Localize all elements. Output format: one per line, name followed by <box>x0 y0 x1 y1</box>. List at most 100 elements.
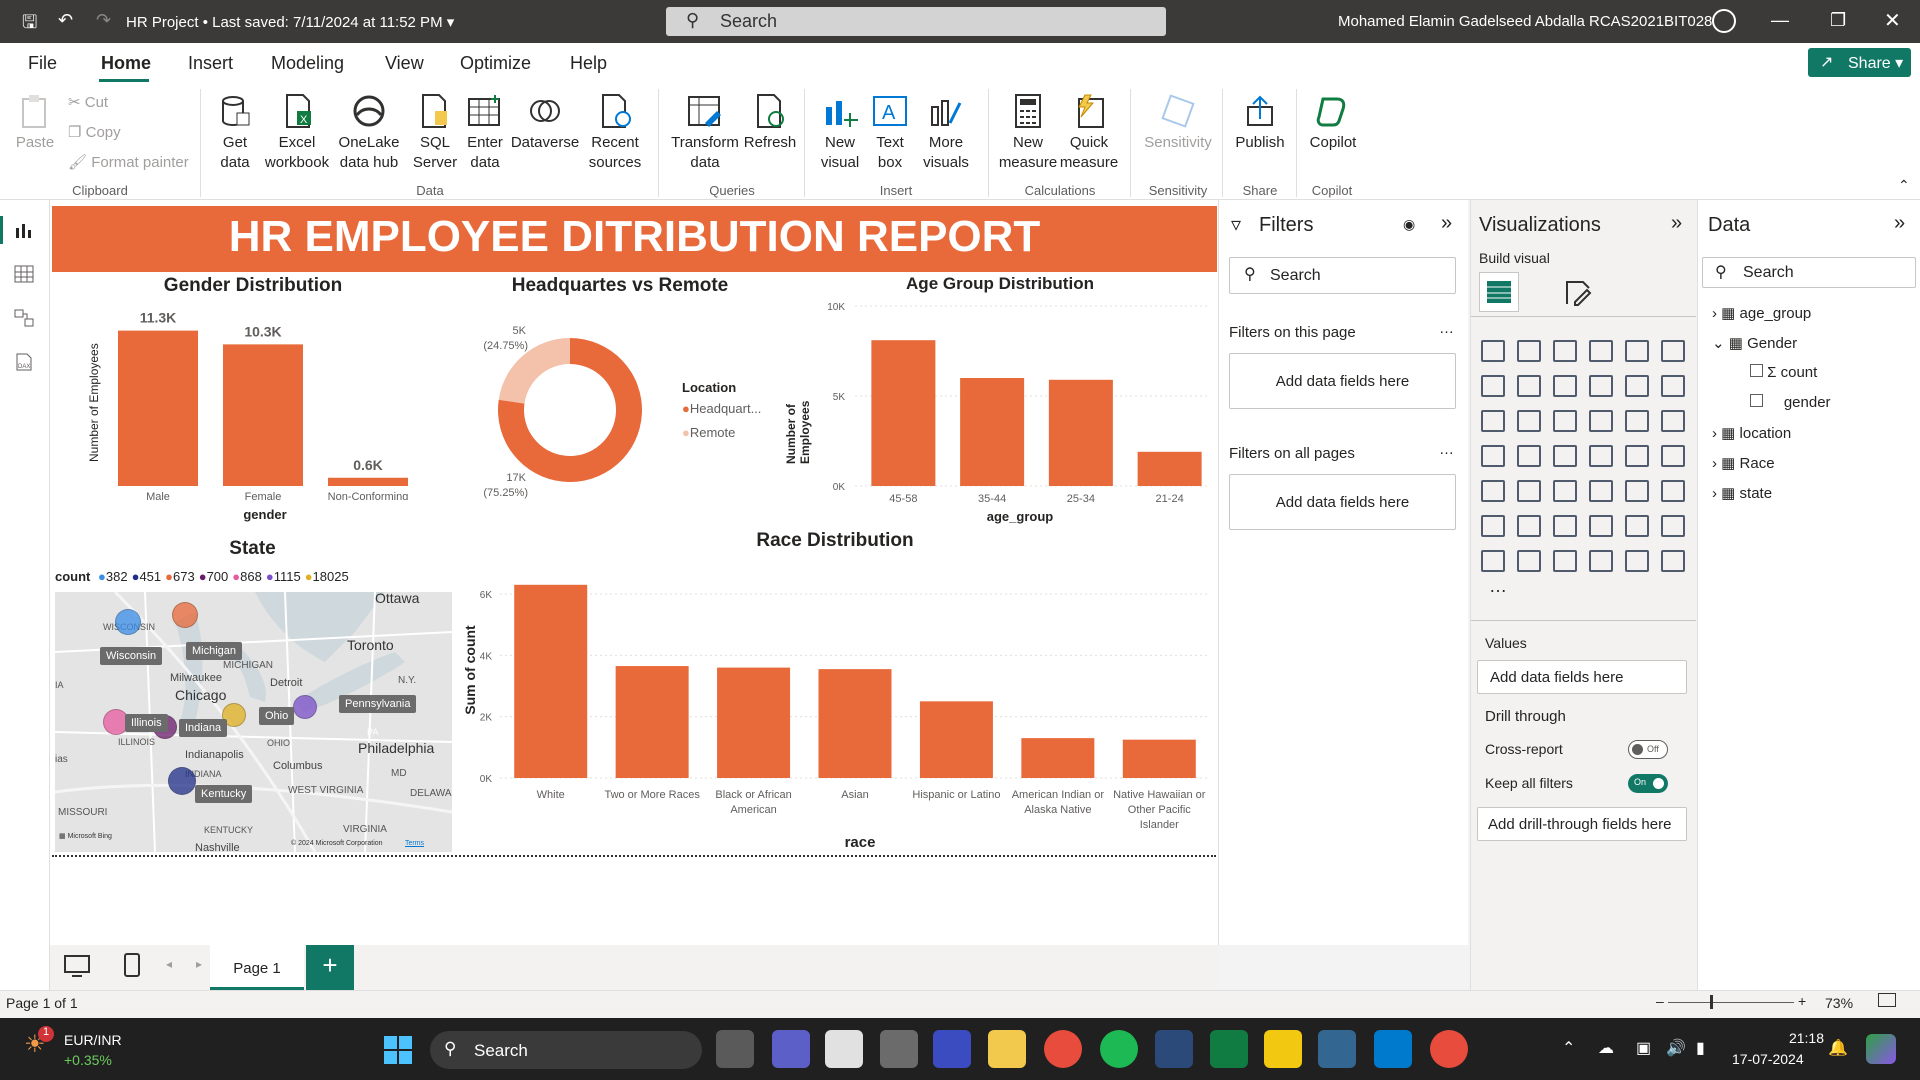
visual-type-icon[interactable] <box>1661 480 1685 502</box>
visual-type-icon[interactable] <box>1517 550 1541 572</box>
copy-button[interactable]: ❐ Copy <box>68 123 121 141</box>
app-icon[interactable] <box>933 1030 971 1068</box>
visual-type-icon[interactable] <box>1661 550 1685 572</box>
state-legend-item[interactable]: ●451 <box>132 569 162 584</box>
menu-insert[interactable]: Insert <box>188 53 233 74</box>
age-bar[interactable] <box>871 340 936 486</box>
spotify-icon[interactable] <box>1100 1030 1138 1068</box>
filters-page-dropzone[interactable]: Add data fields here <box>1229 353 1456 409</box>
desktop-layout-icon[interactable] <box>64 955 90 977</box>
race-bar-chart[interactable]: 6K 4K 2K 0K White Two or More Races Black or A… <box>470 580 1216 830</box>
visual-type-icon[interactable] <box>1661 410 1685 432</box>
cut-button[interactable]: ✂ Cut <box>68 93 108 111</box>
table-view-icon[interactable] <box>14 264 34 284</box>
visual-type-icon[interactable] <box>1517 410 1541 432</box>
table-gender[interactable]: ⌄ ▦ Gender <box>1712 334 1797 352</box>
dataverse-button[interactable]: Dataverse <box>510 93 580 153</box>
save-icon[interactable]: 🖫 <box>22 10 37 40</box>
menu-optimize[interactable]: Optimize <box>460 53 531 74</box>
transform-data-button[interactable]: Transform data <box>666 93 744 173</box>
get-data-button[interactable]: Get data <box>208 93 262 173</box>
document-title[interactable]: HR Project • Last saved: 7/11/2024 at 11… <box>126 13 454 31</box>
collapse-data-icon[interactable]: » <box>1894 212 1905 235</box>
visual-type-icon[interactable] <box>1589 340 1613 362</box>
more-options-icon[interactable]: … <box>1439 441 1454 458</box>
stock-ticker[interactable]: EUR/INR <box>64 1032 122 1048</box>
state-legend-item[interactable]: ●673 <box>165 569 195 584</box>
menu-modeling[interactable]: Modeling <box>271 53 344 74</box>
visual-type-icon[interactable] <box>1517 515 1541 537</box>
state-map[interactable]: Ottawa WISCONSIN MICHIGAN Milwaukee Chic… <box>55 592 452 852</box>
visual-type-icon[interactable] <box>1481 410 1505 432</box>
visual-type-icon[interactable] <box>1625 410 1649 432</box>
teams-icon[interactable] <box>772 1030 810 1068</box>
cross-report-toggle[interactable]: Off <box>1628 740 1668 759</box>
visual-type-icon[interactable] <box>1553 375 1577 397</box>
collapse-viz-icon[interactable]: » <box>1671 212 1682 235</box>
redo-icon[interactable]: ↷ <box>96 10 111 31</box>
new-visual-button[interactable]: New visual <box>812 93 868 173</box>
dax-query-icon[interactable]: DAX <box>14 352 34 372</box>
copilot-icon[interactable] <box>1866 1034 1896 1064</box>
legend-item-headquarters[interactable]: ●Headquart... <box>682 401 761 416</box>
visual-type-icon[interactable] <box>1625 550 1649 572</box>
visual-type-icon[interactable] <box>1589 550 1613 572</box>
build-visual-tab[interactable] <box>1479 272 1519 312</box>
visual-type-icon[interactable] <box>1589 480 1613 502</box>
visual-type-icon[interactable] <box>1589 445 1613 467</box>
zoom-out-icon[interactable]: – <box>1656 993 1664 1009</box>
power-bi-icon[interactable] <box>1264 1030 1302 1068</box>
visual-type-icon[interactable] <box>1553 480 1577 502</box>
publish-button[interactable]: Publish <box>1232 93 1288 153</box>
visual-type-icon[interactable] <box>1481 480 1505 502</box>
table-location[interactable]: › ▦ location <box>1712 424 1791 442</box>
minimize-icon[interactable]: — <box>1771 10 1789 31</box>
more-options-icon[interactable]: … <box>1439 320 1454 337</box>
visual-type-icon[interactable] <box>1553 445 1577 467</box>
more-visuals-button[interactable]: More visuals <box>914 93 978 173</box>
app-icon[interactable] <box>880 1030 918 1068</box>
visual-type-icon[interactable] <box>1517 340 1541 362</box>
eye-icon[interactable]: ◉ <box>1403 216 1415 233</box>
user-name[interactable]: Mohamed Elamin Gadelseed Abdalla RCAS202… <box>1338 13 1712 30</box>
enter-data-button[interactable]: Enter data <box>462 93 508 173</box>
excel-icon[interactable] <box>1210 1030 1248 1068</box>
state-bubble[interactable] <box>172 602 198 628</box>
age-bar[interactable] <box>1048 379 1113 486</box>
gender-bar[interactable] <box>223 344 303 486</box>
age-bar[interactable] <box>960 378 1025 486</box>
collapse-ribbon-icon[interactable]: ⌃ <box>1898 177 1910 194</box>
visual-type-icon[interactable] <box>1661 340 1685 362</box>
undo-icon[interactable]: ↶ <box>58 10 73 31</box>
next-page-icon[interactable]: ▸ <box>196 957 202 971</box>
volume-icon[interactable]: 🔊 <box>1666 1038 1686 1058</box>
state-legend-item[interactable]: ●700 <box>199 569 229 584</box>
race-bar[interactable] <box>1122 739 1196 778</box>
visual-type-icon[interactable] <box>1661 445 1685 467</box>
field-gender[interactable]: gender <box>1750 394 1831 411</box>
visual-type-icon[interactable] <box>1553 515 1577 537</box>
collapse-filters-icon[interactable]: » <box>1441 212 1452 235</box>
visual-type-icon[interactable] <box>1625 480 1649 502</box>
state-legend-item[interactable]: ●868 <box>232 569 262 584</box>
chevron-up-icon[interactable]: ⌃ <box>1562 1038 1575 1058</box>
drill-through-dropzone[interactable]: Add drill-through fields here <box>1477 807 1687 841</box>
state-legend-item[interactable]: ●382 <box>98 569 128 584</box>
new-measure-button[interactable]: New measure <box>996 93 1060 173</box>
mobile-layout-icon[interactable] <box>124 953 140 977</box>
age-bar[interactable] <box>1137 451 1202 486</box>
clock-time[interactable]: 21:18 <box>1774 1030 1824 1046</box>
race-bar[interactable] <box>1021 738 1095 778</box>
race-bar[interactable] <box>717 667 791 778</box>
menu-file[interactable]: File <box>28 53 57 74</box>
legend-item-remote[interactable]: ●Remote <box>682 425 735 440</box>
vscode-icon[interactable] <box>1374 1030 1412 1068</box>
clock-date[interactable]: 17-07-2024 <box>1732 1051 1804 1067</box>
postgres-icon[interactable] <box>1318 1030 1356 1068</box>
table-state[interactable]: › ▦ state <box>1712 484 1772 502</box>
state-bubble[interactable] <box>115 609 141 635</box>
onelake-button[interactable]: OneLake data hub <box>334 93 404 173</box>
visual-type-icon[interactable] <box>1661 515 1685 537</box>
more-visuals-ellipsis[interactable]: … <box>1489 576 1507 597</box>
avatar[interactable] <box>1712 9 1736 33</box>
